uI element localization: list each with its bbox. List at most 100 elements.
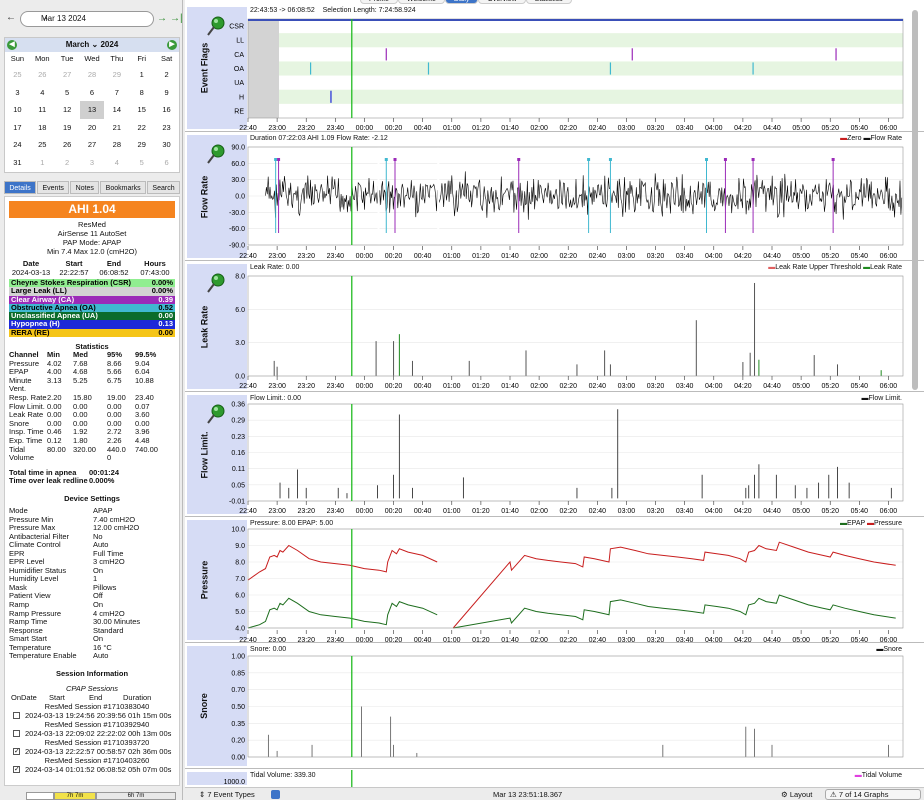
previous-day-button[interactable]: ←	[6, 12, 16, 23]
time-tick-label: 04:40	[763, 637, 781, 643]
flow-limit-graph[interactable]: Flow Limit. Flow Limit.: 0.00 ▬Flow Limi…	[185, 393, 924, 517]
calendar-day[interactable]: 10	[5, 101, 30, 119]
flow-limit-plot[interactable]: 0.36 0.29 0.23 0.16 0.11 0.05 -0.01 22:40 23:00 2…	[185, 393, 924, 517]
calendar-day[interactable]: 18	[30, 119, 55, 137]
tab-bookmarks[interactable]: Bookmarks	[100, 181, 147, 194]
session-row[interactable]: 2024-03-13 19:24:56 20:39:56 01h 15m 00s	[13, 711, 179, 720]
calendar-day[interactable]: 5	[55, 84, 80, 102]
event-index-row[interactable]: RERA (RE) 0.00	[9, 328, 175, 338]
calendar-day[interactable]: 15	[129, 101, 154, 119]
calendar-day[interactable]: 17	[5, 119, 30, 137]
sessions-header: On Date Start End Duration	[11, 693, 179, 702]
next-day-button[interactable]: →	[157, 13, 167, 24]
calendar-day[interactable]: 28	[104, 136, 129, 154]
calendar-day[interactable]: 4	[104, 154, 129, 172]
weekday-label: Sat	[160, 54, 173, 63]
calendar-day[interactable]: 11	[30, 101, 55, 119]
session-row[interactable]: ✓ 2024-03-14 01:01:52 06:08:52 05h 07m 00…	[13, 765, 179, 774]
y-tick-label: -0.01	[229, 499, 245, 506]
event-flags-graph[interactable]: Event Flags 22:43:53 -> 06:08:52 Selecti…	[185, 5, 924, 132]
date-selector[interactable]: ⌃ Mar 13 2024	[20, 11, 154, 27]
setting-name: Temperature Enable	[9, 651, 77, 661]
tidal-volume-graph[interactable]: Tidal Volume: 339.30 ▬Tidal Volume 1000.…	[185, 770, 924, 787]
tab-profile[interactable]: Profile	[360, 0, 398, 4]
session-checkbox[interactable]	[13, 729, 20, 737]
tab-search[interactable]: Search	[147, 181, 180, 194]
session-checkbox[interactable]: ✓	[13, 747, 20, 755]
next-month-icon[interactable]: ▶	[167, 40, 177, 50]
calendar-day[interactable]: 3	[80, 154, 105, 172]
leak-rate-graph[interactable]: Leak Rate Leak Rate: 0.00 ▬Leak Rate Upp…	[185, 262, 924, 392]
calendar-day[interactable]: 5	[129, 154, 154, 172]
calendar-day[interactable]: 28	[80, 66, 105, 84]
calendar-day[interactable]: 1	[129, 66, 154, 84]
calendar-day[interactable]: 27	[80, 136, 105, 154]
calendar-year[interactable]: 2024	[100, 40, 118, 49]
event-flags-plot[interactable]: CSR LL CA OA UA H RE 22:40 23:00 23:20 23:40 00:00 0…	[185, 5, 924, 132]
previous-month-icon[interactable]: ◀	[7, 40, 17, 50]
tab-notes[interactable]: Notes	[70, 181, 100, 194]
calendar-day[interactable]: 6	[80, 84, 105, 102]
calendar-day[interactable]: 26	[30, 66, 55, 84]
calendar-day[interactable]: 25	[5, 66, 30, 84]
calendar-day[interactable]: 31	[5, 154, 30, 172]
session-checkbox[interactable]	[13, 711, 20, 719]
tab-welcome[interactable]: Welcome	[397, 0, 445, 4]
calendar-day[interactable]: 13	[79, 101, 105, 119]
calendar-day[interactable]: 21	[104, 119, 129, 137]
calendar-day[interactable]: 12	[55, 101, 80, 119]
session-row[interactable]: ✓ 2024-03-13 22:22:57 00:58:57 02h 36m 00…	[13, 747, 179, 756]
tab-statistics[interactable]: Statistics	[525, 0, 572, 4]
tab-events[interactable]: Events	[37, 181, 70, 194]
event-types-selector[interactable]: ⇕ 7 Event Types	[199, 788, 255, 800]
session-row[interactable]: 2024-03-13 22:09:02 22:22:02 00h 13m 00s	[13, 729, 179, 738]
calendar-day[interactable]: 9	[154, 84, 179, 102]
session-col-header: End	[89, 692, 103, 702]
calendar-day[interactable]: 7	[104, 84, 129, 102]
calendar-day[interactable]: 16	[154, 101, 179, 119]
tidal-volume-plot[interactable]: 1000.0	[185, 770, 924, 787]
graphs-selector[interactable]: ⚠ 7 of 14 Graphs	[825, 789, 921, 800]
calendar-day[interactable]: 2	[154, 66, 179, 84]
chevron-up-icon[interactable]: ⌃	[42, 14, 50, 28]
calendar-day[interactable]: 8	[129, 84, 154, 102]
tab-overview[interactable]: Overview	[478, 0, 526, 4]
calendar-day[interactable]: 1	[30, 154, 55, 172]
calendar-day[interactable]: 29	[129, 136, 154, 154]
calendar-day[interactable]: 30	[154, 136, 179, 154]
layout-button[interactable]: ⚙ Layout	[781, 788, 812, 800]
leak-rate-plot[interactable]: 8.0 6.0 3.0 0.0 22:40 23:00 23:20 23:40 00:00 00:…	[185, 262, 924, 392]
calendar-day[interactable]: 2	[55, 154, 80, 172]
session-header-cell: Hours	[144, 259, 166, 268]
calendar-day[interactable]: 20	[80, 119, 105, 137]
snore-graph[interactable]: Snore Snore: 0.00 ▬Snore 1.00 0.85 0.70 0.5…	[185, 644, 924, 769]
calendar-day[interactable]: 14	[104, 101, 129, 119]
scrollbar-thumb[interactable]	[912, 10, 918, 390]
session-checkbox[interactable]: ✓	[13, 765, 20, 773]
calendar-day[interactable]: 29	[104, 66, 129, 84]
graph-scrollbar[interactable]	[910, 2, 920, 782]
pressure-plot[interactable]: 10.0 9.0 8.0 7.0 6.0 5.0 4.0 22:40 23:00 23:20 23:…	[185, 518, 924, 643]
snore-plot[interactable]: 1.00 0.85 0.70 0.50 0.35 0.20 0.00	[185, 644, 924, 769]
tab-daily[interactable]: Daily	[444, 0, 479, 4]
calendar-day[interactable]: 3	[5, 84, 30, 102]
event-types-stepper[interactable]	[271, 790, 280, 799]
last-day-button[interactable]: →|	[170, 13, 183, 24]
tab-details[interactable]: Details	[4, 181, 37, 194]
calendar-day[interactable]: 26	[55, 136, 80, 154]
calendar-day[interactable]: 6	[154, 154, 179, 172]
calendar-day[interactable]: 27	[55, 66, 80, 84]
flow-rate-graph[interactable]: Flow Rate Duration 07:22:03 AHI 1.09 Flo…	[185, 133, 924, 261]
pressure-graph[interactable]: Pressure Pressure: 8.00 EPAP: 5.00 ▬EPAP…	[185, 518, 924, 643]
time-tick-label: 01:20	[472, 508, 490, 515]
calendar-day[interactable]: 25	[30, 136, 55, 154]
calendar-day[interactable]: 22	[129, 119, 154, 137]
flow-rate-plot[interactable]: 90.0 60.0 30.0 0.0 -30.0 -60.0 -90.0 22:40 23:00…	[185, 133, 924, 261]
calendar-day[interactable]: 19	[55, 119, 80, 137]
time-tick-label: 05:40	[851, 125, 869, 132]
calendar-day[interactable]: 24	[5, 136, 30, 154]
calendar-day[interactable]: 23	[154, 119, 179, 137]
calendar-day[interactable]: 4	[30, 84, 55, 102]
time-tick-label: 05:00	[792, 508, 810, 515]
calendar-month[interactable]: March	[66, 40, 90, 49]
